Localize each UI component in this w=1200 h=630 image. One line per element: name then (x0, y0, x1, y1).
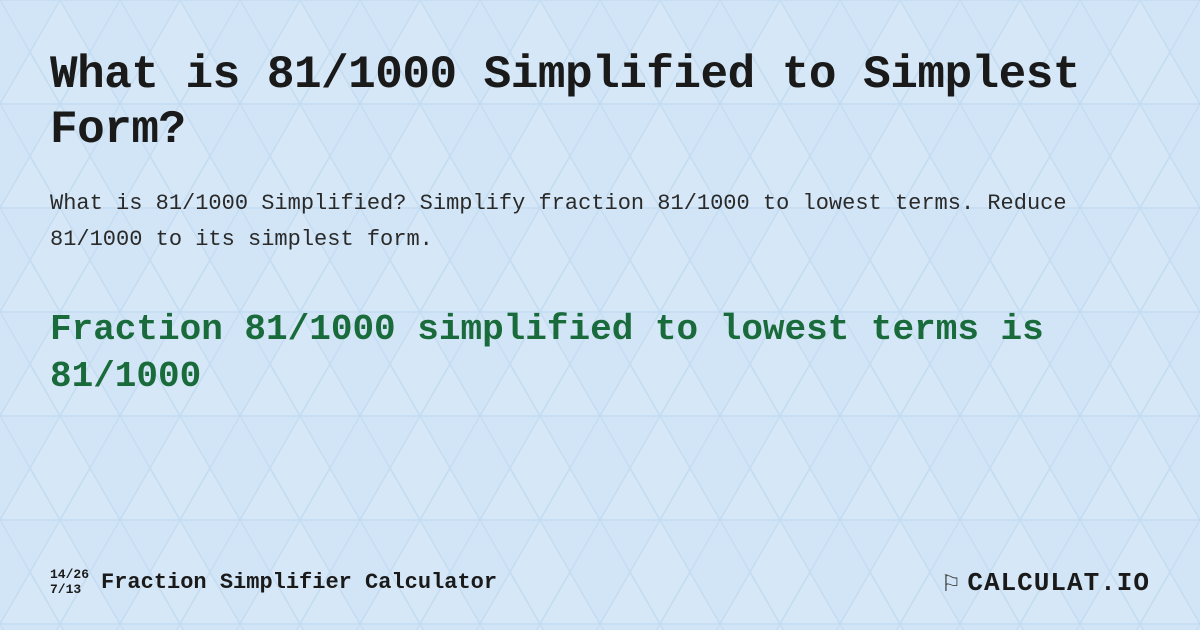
page-title: What is 81/1000 Simplified to Simplest F… (50, 48, 1150, 158)
result-text: Fraction 81/1000 simplified to lowest te… (50, 307, 1150, 401)
logo-icon: ⚐ (943, 565, 960, 600)
logo-text: CALCULAT.IO (967, 568, 1150, 598)
fraction-bottom: 7/13 (50, 583, 89, 597)
fraction-display: 14/26 7/13 (50, 568, 89, 597)
footer-site-title: Fraction Simplifier Calculator (101, 570, 497, 595)
logo: ⚐ CALCULAT.IO (943, 565, 1151, 600)
page-description: What is 81/1000 Simplified? Simplify fra… (50, 186, 1150, 256)
fraction-top: 14/26 (50, 568, 89, 582)
